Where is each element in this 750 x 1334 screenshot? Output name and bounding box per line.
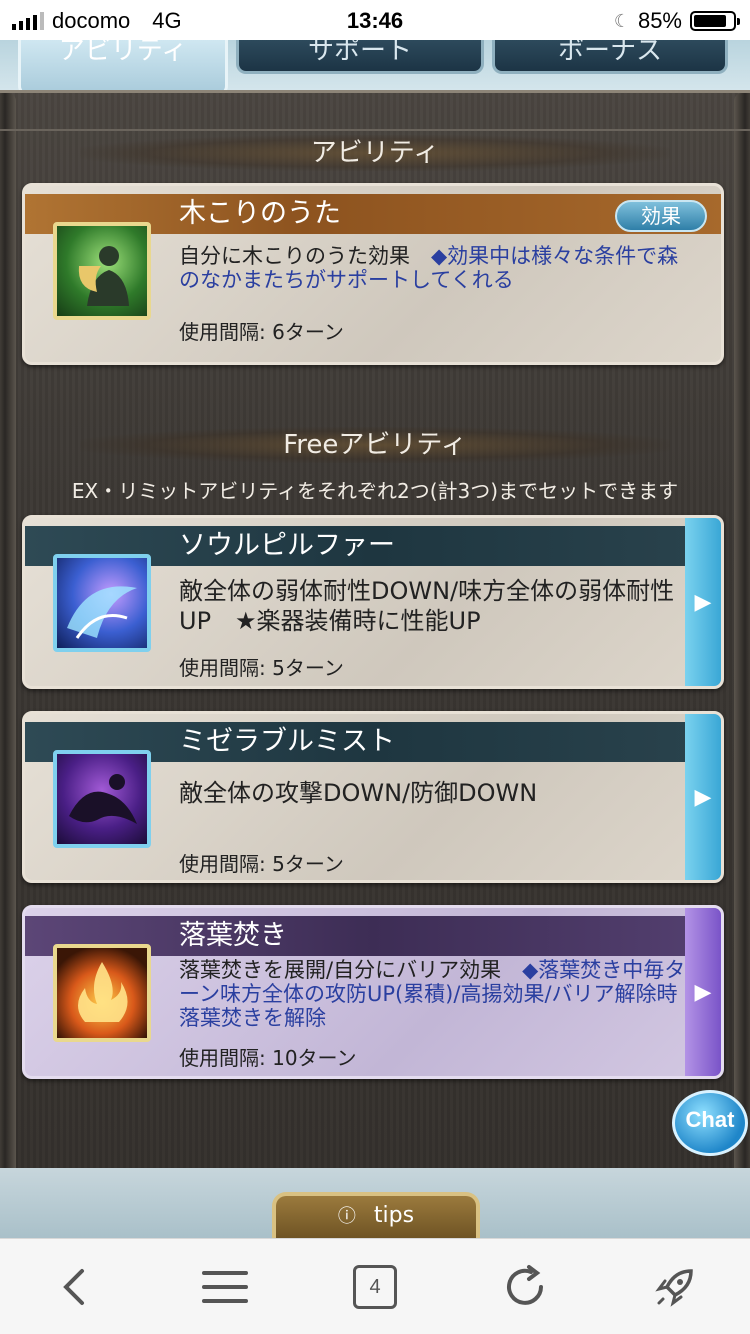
ability-section-title: アビリティ <box>80 135 670 171</box>
ability-description: 自分に木こりのうた効果 ◆効果中は様々な条件で森のなかまたちがサポートしてくれる <box>179 244 694 292</box>
free-ability-description: 落葉焚きを展開/自分にバリア効果 ◆落葉焚き中毎ターン味方全体の攻防UP(累積)… <box>179 958 694 1030</box>
arrow-right-icon[interactable]: ▶ <box>685 908 721 1076</box>
tab-count: 4 <box>353 1264 397 1309</box>
free-ability-card-2[interactable]: ミゼラブルミスト 敵全体の攻撃DOWN/防御DOWN 使用間隔: 5ターン ▶ <box>22 711 724 883</box>
status-bar: docomo 4G 13:46 ☾ 85% <box>0 0 750 40</box>
free-ability-description: 敵全体の攻撃DOWN/防御DOWN <box>179 778 694 808</box>
moon-icon: ☾ <box>613 10 630 31</box>
battery-percent: 85% <box>637 8 682 33</box>
free-section-title: Freeアビリティ <box>80 427 670 463</box>
soul-pilfer-icon <box>53 554 151 652</box>
free-desc-plain: 敵全体の攻撃DOWN/防御DOWN <box>179 779 538 807</box>
free-desc-plain: 落葉焚きを展開/自分にバリア効果 <box>179 958 523 982</box>
tips-label: tips <box>373 1203 415 1228</box>
arrow-right-icon[interactable]: ▶ <box>685 714 721 880</box>
browser-toolbar: 4 <box>0 1238 750 1334</box>
battery-icon <box>690 11 740 31</box>
ability-interval: 使用間隔: 6ターン <box>179 320 344 344</box>
free-ability-card-1[interactable]: ソウルピルファー 敵全体の弱体耐性DOWN/味方全体の弱体耐性UP ★楽器装備時… <box>22 515 724 689</box>
tab-ability[interactable]: アビリティ <box>18 40 228 96</box>
ability-panel: アビリティ 木こりのうた 効果 自分に木こりのうた効果 ◆効果中は様々な条件で森… <box>0 90 750 1190</box>
free-ability-card-3[interactable]: 落葉焚き 落葉焚きを展開/自分にバリア効果 ◆落葉焚き中毎ターン味方全体の攻防U… <box>22 905 724 1079</box>
effect-button[interactable]: 効果 <box>615 200 707 232</box>
status-right: ☾ 85% <box>613 8 740 34</box>
free-ability-interval: 使用間隔: 5ターン <box>179 656 344 680</box>
tab-support[interactable]: サポート <box>236 40 484 74</box>
panel-divider <box>0 129 750 131</box>
ability-desc-plain: 自分に木こりのうた効果 <box>179 244 431 268</box>
free-ability-interval: 使用間隔: 10ターン <box>179 1046 357 1070</box>
free-ability-description: 敵全体の弱体耐性DOWN/味方全体の弱体耐性UP ★楽器装備時に性能UP <box>179 576 689 636</box>
menu-icon[interactable] <box>190 1252 260 1322</box>
fallen-leaves-fire-icon <box>53 944 151 1042</box>
free-section-subtitle: EX・リミットアビリティをそれぞれ2つ(計3つ)までセットできます <box>71 479 679 503</box>
reload-icon[interactable] <box>490 1252 560 1322</box>
bulb-icon: ⓘ <box>337 1206 356 1227</box>
free-ability-interval: 使用間隔: 5ターン <box>179 852 344 876</box>
rocket-icon[interactable] <box>640 1252 710 1322</box>
left-pillar <box>0 93 16 1183</box>
tips-button[interactable]: ⓘ tips <box>272 1192 480 1238</box>
tab-bonus[interactable]: ボーナス <box>492 40 728 74</box>
free-desc-plain: 敵全体の弱体耐性DOWN/味方全体の弱体耐性UP ★楽器装備時に性能UP <box>179 577 675 635</box>
tabs-icon[interactable]: 4 <box>340 1252 410 1322</box>
chat-button[interactable]: Chat <box>672 1090 748 1156</box>
woodcutter-song-icon <box>53 222 151 320</box>
right-pillar <box>734 93 750 1183</box>
back-icon[interactable] <box>40 1252 110 1322</box>
miserable-mist-icon <box>53 750 151 848</box>
arrow-right-icon[interactable]: ▶ <box>685 518 721 686</box>
ability-card[interactable]: 木こりのうた 効果 自分に木こりのうた効果 ◆効果中は様々な条件で森のなかまたち… <box>22 183 724 365</box>
